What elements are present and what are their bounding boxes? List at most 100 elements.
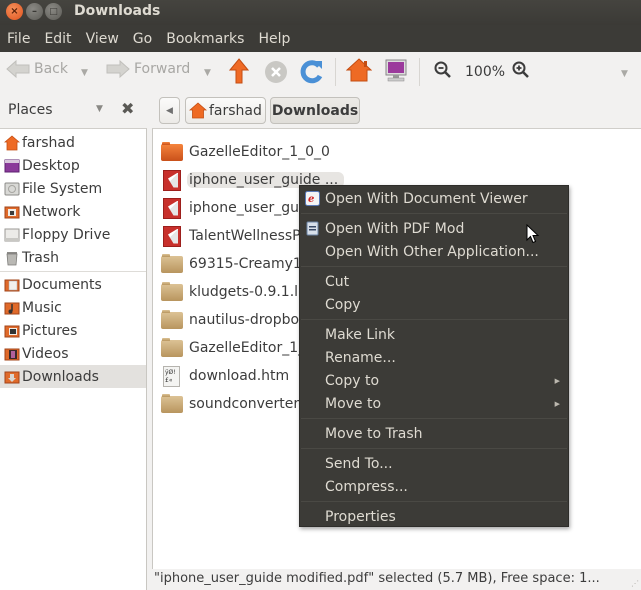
- sidebar-item-floppy-drive[interactable]: Floppy Drive: [0, 223, 146, 246]
- pictures-folder-icon: [4, 325, 20, 337]
- trash-icon: [6, 251, 18, 265]
- file-name: download.htm: [189, 367, 290, 384]
- sidebar-item-trash[interactable]: Trash: [0, 246, 146, 269]
- toolbar-overflow-dropdown[interactable]: ▼: [621, 69, 628, 79]
- menu-item-compress[interactable]: Compress...: [300, 475, 568, 498]
- location-bar: Places ▼ ✖ ◀ farshad Downloads: [0, 92, 641, 128]
- menu-item-move-to[interactable]: Move to ▶: [300, 392, 568, 415]
- menu-go[interactable]: Go: [133, 31, 152, 47]
- sidebar-item-farshad[interactable]: farshad: [0, 131, 146, 154]
- sidebar-item-videos[interactable]: Videos: [0, 342, 146, 365]
- sidebar-item-pictures[interactable]: Pictures: [0, 319, 146, 342]
- sidebar-item-file-system[interactable]: File System: [0, 177, 146, 200]
- window-close-button[interactable]: ×: [6, 3, 23, 20]
- menu-bookmarks[interactable]: Bookmarks: [166, 31, 244, 47]
- pathbar-segment-downloads[interactable]: Downloads: [270, 97, 360, 124]
- home-icon[interactable]: [346, 58, 372, 82]
- file-item[interactable]: GazelleEditor_1_: [161, 336, 305, 359]
- menu-view[interactable]: View: [86, 31, 119, 47]
- forward-history-dropdown[interactable]: ▼: [204, 68, 211, 78]
- mouse-cursor-icon: [526, 224, 540, 244]
- file-item[interactable]: 69315-Creamy1.3: [161, 252, 315, 275]
- pdf-file-icon: [161, 169, 183, 191]
- menu-item-label: Rename...: [325, 349, 396, 366]
- downloads-folder-icon: [4, 371, 20, 383]
- menu-item-copy-to[interactable]: Copy to ▶: [300, 369, 568, 392]
- sidebar-item-desktop[interactable]: Desktop: [0, 154, 146, 177]
- menu-item-rename[interactable]: Rename...: [300, 346, 568, 369]
- computer-icon[interactable]: [384, 59, 408, 83]
- file-name: 69315-Creamy1.3: [189, 255, 316, 272]
- resize-grip[interactable]: ⋰: [631, 579, 639, 588]
- archive-icon: [161, 281, 183, 302]
- up-arrow-icon[interactable]: [229, 58, 249, 84]
- close-sidebar-icon[interactable]: ✖: [121, 99, 134, 118]
- file-item[interactable]: iphone_user_gui: [161, 196, 303, 219]
- folder-icon: [161, 141, 183, 162]
- file-item[interactable]: TalentWellnessP: [161, 224, 301, 247]
- sidebar-divider: [0, 271, 146, 272]
- menu-separator: [301, 319, 567, 320]
- menu-item-label: Cut: [325, 273, 350, 290]
- home-icon: [4, 134, 20, 150]
- sidebar-item-music[interactable]: Music: [0, 296, 146, 319]
- menu-separator: [301, 418, 567, 419]
- file-name: kludgets-0.9.1.lin: [189, 283, 311, 300]
- menu-item-open-with-document-viewer[interactable]: e Open With Document Viewer: [300, 187, 568, 210]
- zoom-in-icon[interactable]: [512, 61, 530, 79]
- minimize-icon: –: [32, 6, 37, 17]
- places-sidebar: farshad Desktop File System Network Flop…: [0, 128, 147, 590]
- menu-item-make-link[interactable]: Make Link: [300, 323, 568, 346]
- sidebar-item-documents[interactable]: Documents: [0, 273, 146, 296]
- menu-item-cut[interactable]: Cut: [300, 270, 568, 293]
- back-button[interactable]: Back: [6, 60, 68, 78]
- archive-icon: [161, 309, 183, 330]
- sidebar-item-downloads[interactable]: Downloads: [0, 365, 146, 388]
- menu-file[interactable]: File: [7, 31, 30, 47]
- toolbar-separator: [335, 58, 336, 86]
- menu-help[interactable]: Help: [258, 31, 290, 47]
- sidebar-item-label: Pictures: [22, 322, 78, 339]
- file-item[interactable]: soundconverter-: [161, 392, 303, 415]
- menu-item-label: Open With PDF Mod: [325, 220, 465, 237]
- submenu-arrow-icon: ▶: [554, 376, 560, 385]
- sidebar-item-label: Downloads: [22, 368, 99, 385]
- file-name: soundconverter-: [189, 395, 304, 412]
- sidebar-item-label: Videos: [22, 345, 69, 362]
- status-text: "iphone_user_guide modified.pdf" selecte…: [154, 571, 600, 586]
- menu-item-copy[interactable]: Copy: [300, 293, 568, 316]
- stop-icon[interactable]: [264, 60, 288, 84]
- places-dropdown-icon[interactable]: ▼: [96, 104, 103, 114]
- music-folder-icon: [4, 302, 20, 314]
- file-item[interactable]: GazelleEditor_1_0_0: [161, 140, 330, 163]
- sidebar-item-label: Music: [22, 299, 62, 316]
- maximize-icon: □: [49, 6, 58, 17]
- menu-separator: [301, 213, 567, 214]
- back-history-dropdown[interactable]: ▼: [81, 68, 88, 78]
- menu-item-send-to[interactable]: Send To...: [300, 452, 568, 475]
- zoom-out-icon[interactable]: [434, 61, 452, 79]
- menu-item-properties[interactable]: Properties: [300, 505, 568, 528]
- menu-edit[interactable]: Edit: [44, 31, 71, 47]
- reload-icon[interactable]: [300, 59, 324, 85]
- pdf-file-icon: [161, 225, 183, 247]
- window-minimize-button[interactable]: –: [26, 3, 43, 20]
- menu-item-label: Properties: [325, 508, 396, 525]
- pathbar-scroll-left-button[interactable]: ◀: [159, 97, 180, 124]
- file-name: iphone_user_gui: [189, 199, 303, 216]
- file-item[interactable]: nautilus-dropbox: [161, 308, 307, 331]
- file-item[interactable]: kludgets-0.9.1.lin: [161, 280, 311, 303]
- forward-button[interactable]: Forward: [106, 60, 190, 78]
- menu-item-move-to-trash[interactable]: Move to Trash: [300, 422, 568, 445]
- pathbar-segment-home[interactable]: farshad: [185, 97, 266, 124]
- menu-separator: [301, 501, 567, 502]
- archive-icon: [161, 393, 183, 414]
- sidebar-item-network[interactable]: Network: [0, 200, 146, 223]
- file-item[interactable]: ÿØ! £« download.htm: [161, 364, 289, 387]
- window-maximize-button[interactable]: □: [45, 3, 62, 20]
- forward-label: Forward: [134, 61, 191, 77]
- menu-item-label: Send To...: [325, 455, 393, 472]
- forward-arrow-icon: [106, 60, 130, 78]
- floppy-icon: [4, 228, 20, 241]
- sidebar-item-label: farshad: [22, 134, 75, 151]
